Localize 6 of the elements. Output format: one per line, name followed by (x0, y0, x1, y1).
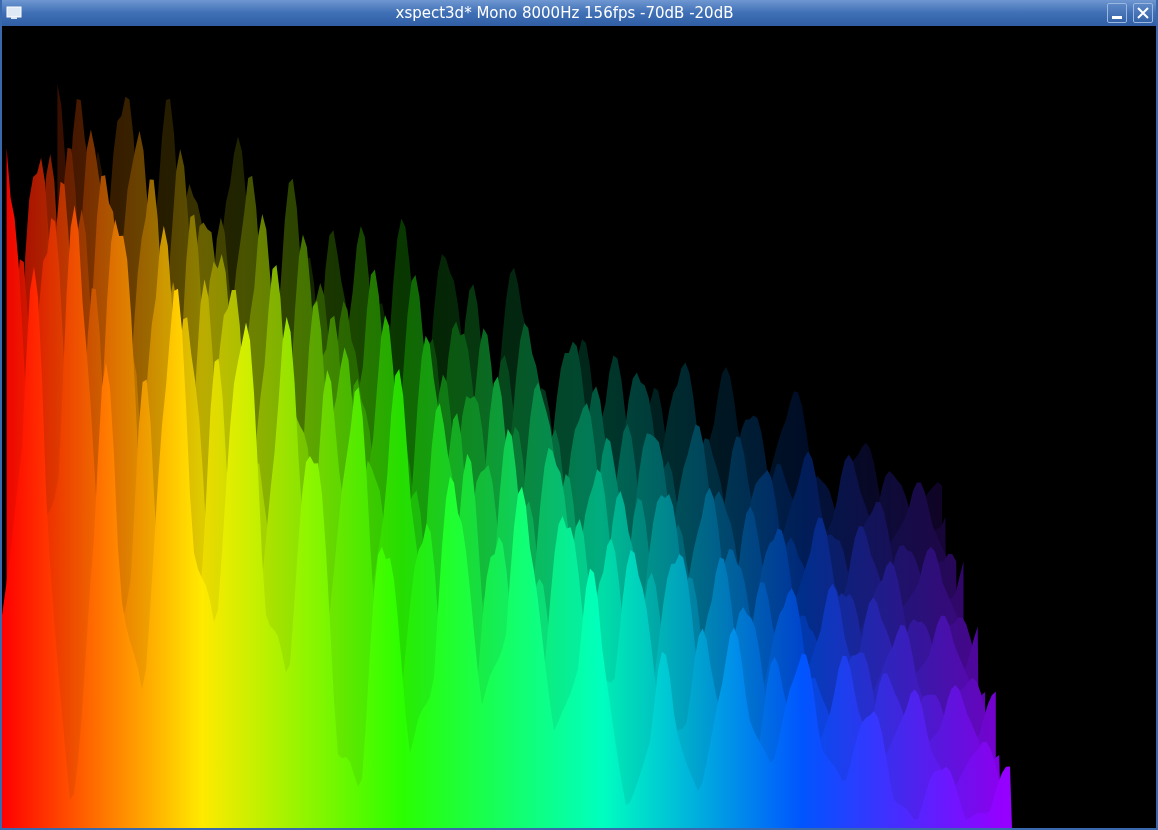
app-icon (6, 6, 22, 20)
close-icon (1136, 6, 1150, 20)
close-button[interactable] (1133, 3, 1153, 23)
minimize-icon (1112, 15, 1122, 19)
minimize-button[interactable] (1107, 3, 1127, 23)
window-title: xspect3d* Mono 8000Hz 156fps -70dB -20dB (394, 4, 735, 22)
